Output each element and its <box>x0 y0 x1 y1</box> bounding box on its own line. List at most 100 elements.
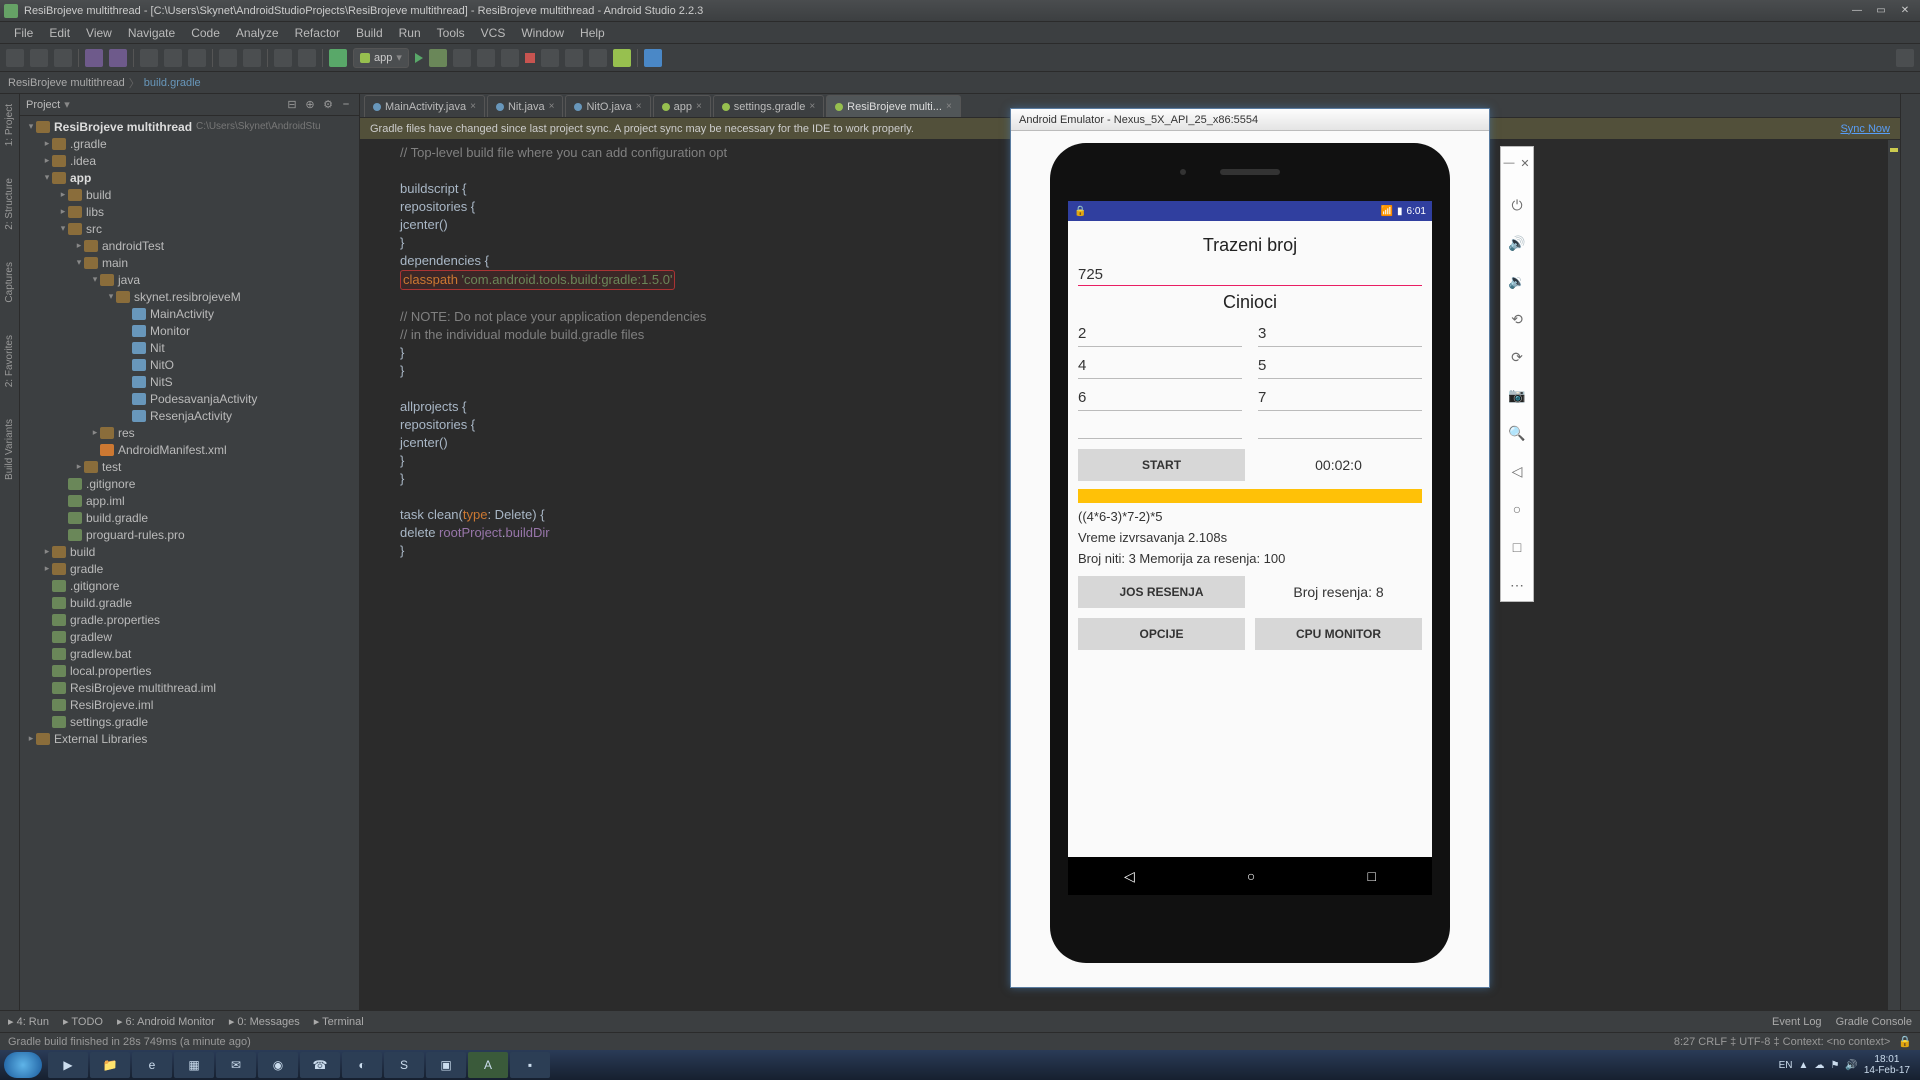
tree-item[interactable]: gradlew <box>20 628 359 645</box>
avd-icon[interactable] <box>541 49 559 67</box>
tree-item[interactable]: settings.gradle <box>20 713 359 730</box>
tray-sound-icon[interactable]: 🔊 <box>1845 1060 1857 1071</box>
taskbar-ie[interactable]: e <box>132 1052 172 1078</box>
tree-item[interactable]: ▸androidTest <box>20 237 359 254</box>
emu-minimize-icon[interactable]: — <box>1501 153 1517 173</box>
close-button[interactable]: ✕ <box>1894 4 1916 18</box>
volume-down-icon[interactable]: 🔉 <box>1507 271 1527 291</box>
maximize-button[interactable]: ▭ <box>1870 4 1892 18</box>
close-tab-icon[interactable]: × <box>549 101 555 112</box>
tree-item[interactable]: ▸.gradle <box>20 135 359 152</box>
cpu-monitor-button[interactable]: CPU MONITOR <box>1255 618 1422 650</box>
tree-item[interactable]: Monitor <box>20 322 359 339</box>
emu-close-icon[interactable]: ✕ <box>1517 153 1533 173</box>
tray-cloud-icon[interactable]: ☁ <box>1814 1060 1824 1071</box>
start-button[interactable]: START <box>1078 449 1245 481</box>
hide-icon[interactable]: ⎯ <box>339 98 353 112</box>
debug-icon[interactable] <box>429 49 447 67</box>
editor-tab[interactable]: MainActivity.java× <box>364 95 485 117</box>
taskbar-androidstudio[interactable]: A <box>468 1052 508 1078</box>
bottom-tab-right[interactable]: Event Log <box>1772 1016 1822 1028</box>
tree-item[interactable]: ▸gradle <box>20 560 359 577</box>
taskbar-skype[interactable]: S <box>384 1052 424 1078</box>
side-tab[interactable]: 2: Favorites <box>4 329 15 393</box>
tree-item[interactable]: ResenjaActivity <box>20 407 359 424</box>
bottom-tab[interactable]: ▸ 4: Run <box>8 1015 49 1028</box>
tree-item[interactable]: ▾main <box>20 254 359 271</box>
factor-cell[interactable] <box>1078 417 1242 439</box>
menu-edit[interactable]: Edit <box>43 24 76 42</box>
tree-item[interactable]: .gitignore <box>20 475 359 492</box>
profile-icon[interactable] <box>453 49 471 67</box>
tree-item[interactable]: proguard-rules.pro <box>20 526 359 543</box>
menu-help[interactable]: Help <box>574 24 611 42</box>
forward-icon[interactable] <box>298 49 316 67</box>
editor-tab[interactable]: settings.gradle× <box>713 95 824 117</box>
factor-cell[interactable]: 5 <box>1258 353 1422 379</box>
back-icon[interactable] <box>274 49 292 67</box>
tree-item[interactable]: ▸res <box>20 424 359 441</box>
close-tab-icon[interactable]: × <box>946 101 952 112</box>
close-tab-icon[interactable]: × <box>636 101 642 112</box>
bottom-tab[interactable]: ▸ TODO <box>63 1015 103 1028</box>
bottom-tab[interactable]: ▸ 0: Messages <box>229 1015 300 1028</box>
replace-icon[interactable] <box>243 49 261 67</box>
more-icon[interactable]: ⋯ <box>1507 575 1527 595</box>
volume-up-icon[interactable]: 🔊 <box>1507 233 1527 253</box>
tree-item[interactable]: ▸External Libraries <box>20 730 359 747</box>
bottom-tab-right[interactable]: Gradle Console <box>1836 1016 1912 1028</box>
project-panel-header[interactable]: Project ▾ ⊟ ⊕ ⚙ ⎯ <box>20 94 359 116</box>
tree-item[interactable]: PodesavanjaActivity <box>20 390 359 407</box>
tree-item[interactable]: ▸test <box>20 458 359 475</box>
tree-item[interactable]: MainActivity <box>20 305 359 322</box>
menu-navigate[interactable]: Navigate <box>122 24 181 42</box>
system-tray[interactable]: EN ▲ ☁ ⚑ 🔊 18:01 14-Feb-17 <box>1779 1054 1916 1076</box>
breadcrumb[interactable]: ResiBrojeve multithread 〉 build.gradle <box>8 75 201 91</box>
project-tree[interactable]: ▾ResiBrojeve multithreadC:\Users\Skynet\… <box>20 116 359 1010</box>
phone-screen[interactable]: 🔒 📶 ▮ 6:01 Trazeni broj Cinioci 234567 S… <box>1068 201 1432 895</box>
back-key[interactable]: ◁ <box>1124 868 1135 885</box>
factor-cell[interactable]: 6 <box>1078 385 1242 411</box>
paste-icon[interactable] <box>188 49 206 67</box>
taskbar-app1[interactable]: ▣ <box>426 1052 466 1078</box>
taskbar-chrome[interactable]: ◉ <box>258 1052 298 1078</box>
tree-item[interactable]: app.iml <box>20 492 359 509</box>
run-button[interactable] <box>415 53 423 63</box>
search-icon[interactable] <box>1896 49 1914 67</box>
factor-cell[interactable]: 3 <box>1258 321 1422 347</box>
close-tab-icon[interactable]: × <box>809 101 815 112</box>
side-tab[interactable]: 2: Structure <box>4 172 15 236</box>
options-button[interactable]: OPCIJE <box>1078 618 1245 650</box>
tree-item[interactable]: ResiBrojeve.iml <box>20 696 359 713</box>
tree-item[interactable]: ▸.idea <box>20 152 359 169</box>
menu-build[interactable]: Build <box>350 24 389 42</box>
side-tab[interactable]: 1: Project <box>4 98 15 152</box>
recents-key[interactable]: □ <box>1367 868 1375 884</box>
taskbar-mail[interactable]: ✉ <box>216 1052 256 1078</box>
menu-file[interactable]: File <box>8 24 39 42</box>
editor-tab[interactable]: NitO.java× <box>565 95 650 117</box>
editor-tab[interactable]: app× <box>653 95 711 117</box>
menu-code[interactable]: Code <box>185 24 226 42</box>
gear-icon[interactable]: ⚙ <box>321 98 335 112</box>
tree-item[interactable]: ▸build <box>20 186 359 203</box>
tree-item[interactable]: ▾src <box>20 220 359 237</box>
cut-icon[interactable] <box>140 49 158 67</box>
emu-back-icon[interactable]: ◁ <box>1507 461 1527 481</box>
factor-cell[interactable]: 2 <box>1078 321 1242 347</box>
start-button[interactable] <box>4 1052 42 1078</box>
menu-vcs[interactable]: VCS <box>475 24 512 42</box>
save-icon[interactable] <box>30 49 48 67</box>
close-tab-icon[interactable]: × <box>696 101 702 112</box>
help-icon[interactable] <box>644 49 662 67</box>
target-number-input[interactable] <box>1078 264 1422 286</box>
bottom-tab[interactable]: ▸ Terminal <box>314 1015 364 1028</box>
tree-item[interactable]: ▸build <box>20 543 359 560</box>
menu-window[interactable]: Window <box>515 24 570 42</box>
layout-icon[interactable] <box>589 49 607 67</box>
tree-item[interactable]: build.gradle <box>20 594 359 611</box>
tree-item[interactable]: ResiBrojeve multithread.iml <box>20 679 359 696</box>
tree-item[interactable]: local.properties <box>20 662 359 679</box>
attach-icon[interactable] <box>477 49 495 67</box>
more-solutions-button[interactable]: JOS RESENJA <box>1078 576 1245 608</box>
